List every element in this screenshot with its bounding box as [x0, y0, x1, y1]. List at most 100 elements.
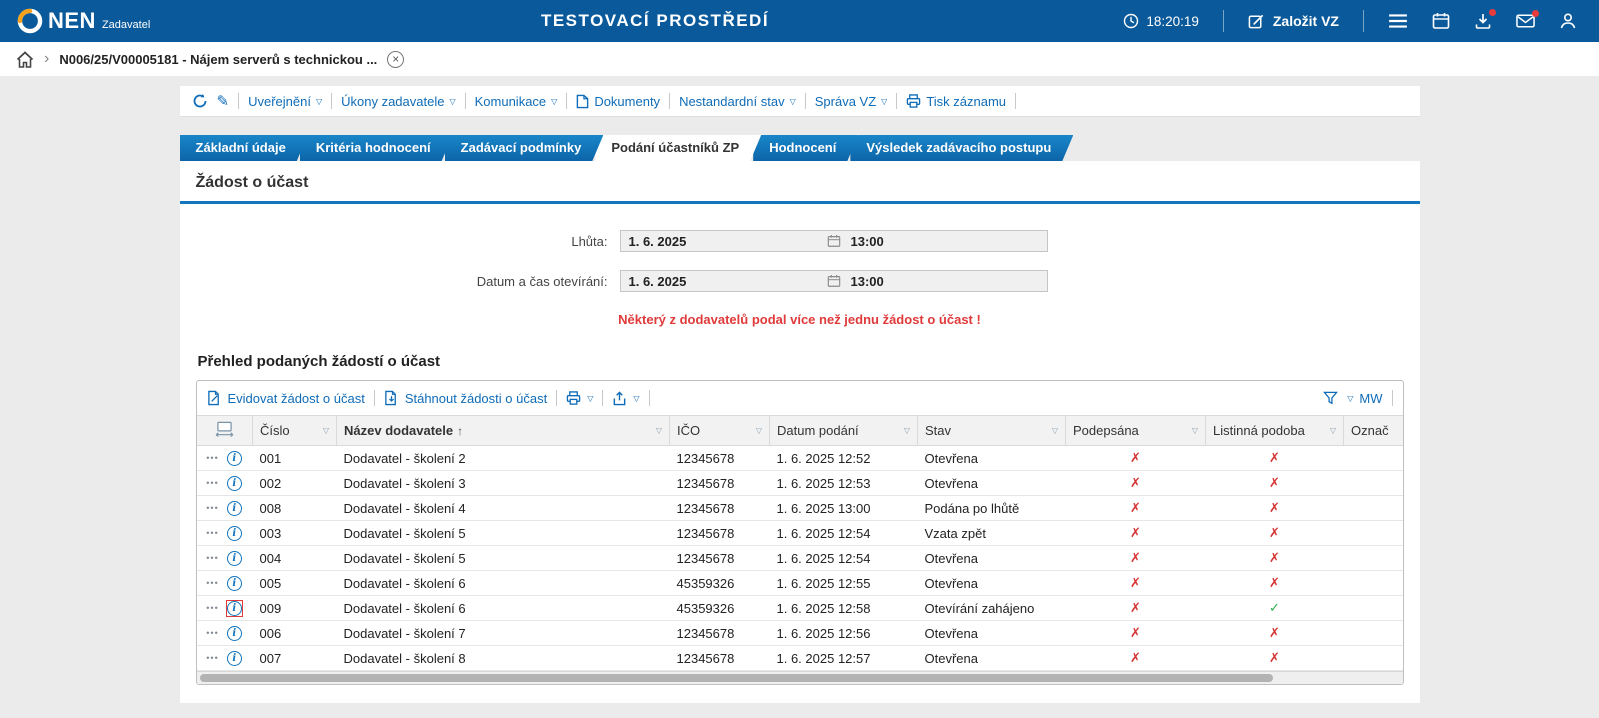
table-row[interactable]: ••• i 005 Dodavatel - školení 6 45359326…	[196, 570, 1403, 596]
col-stav[interactable]: Stav ▽	[917, 415, 1066, 446]
row-menu-icon[interactable]: •••	[206, 528, 218, 538]
info-icon[interactable]: i	[226, 575, 242, 591]
cell-oznaceni	[1343, 645, 1403, 671]
col-label: Název dodavatele	[344, 423, 454, 438]
filter-caret-icon[interactable]: ▽	[756, 426, 762, 435]
print-grid-button[interactable]: ▽	[566, 390, 593, 406]
info-icon[interactable]: i	[226, 650, 242, 666]
menu-hamburger-icon[interactable]	[1388, 13, 1408, 29]
col-datum-podani[interactable]: Datum podání ▽	[769, 415, 918, 446]
calendar-icon[interactable]	[827, 234, 841, 248]
info-icon[interactable]: i	[226, 625, 242, 641]
toolbar-item-nestandardni-stav[interactable]: Nestandardní stav ▽	[679, 94, 796, 109]
toolbar-item-uverejneni[interactable]: Uveřejnění ▽	[248, 94, 322, 109]
filter-caret-icon[interactable]: ▽	[1192, 426, 1198, 435]
col-nazev-dodavatele[interactable]: Název dodavatele ↑ ▽	[336, 415, 670, 446]
row-menu-icon[interactable]: •••	[206, 503, 218, 513]
download-icon[interactable]	[1474, 9, 1496, 30]
info-icon[interactable]: i	[226, 600, 242, 616]
info-icon[interactable]: i	[226, 450, 242, 466]
table-row[interactable]: ••• i 003 Dodavatel - školení 5 12345678…	[196, 520, 1403, 546]
table-row[interactable]: ••• i 001 Dodavatel - školení 2 12345678…	[196, 445, 1403, 471]
info-icon[interactable]: i	[226, 475, 242, 491]
table-row[interactable]: ••• i 008 Dodavatel - školení 4 12345678…	[196, 495, 1403, 521]
filter-caret-icon[interactable]: ▽	[1330, 426, 1336, 435]
close-record-icon[interactable]: ×	[387, 50, 405, 68]
column-chooser-icon[interactable]	[215, 421, 234, 437]
toolbar-item-dokumenty[interactable]: Dokumenty	[576, 94, 660, 109]
filter-icon[interactable]	[1323, 391, 1339, 405]
filter-caret-icon[interactable]: ▽	[323, 426, 329, 435]
cell-datum-podani: 1. 6. 2025 12:57	[769, 645, 918, 671]
oteviranni-date-value[interactable]: 1. 6. 2025	[621, 274, 825, 289]
user-icon[interactable]	[1559, 12, 1577, 30]
calendar-icon[interactable]	[827, 274, 841, 288]
info-icon[interactable]: i	[226, 550, 242, 566]
table-row[interactable]: ••• i 009 Dodavatel - školení 6 45359326…	[196, 595, 1403, 621]
edit-pencil-icon[interactable]: ✎	[217, 92, 230, 110]
nen-logo-icon[interactable]	[16, 7, 44, 35]
info-icon[interactable]: i	[226, 525, 242, 541]
col-listinna-podoba[interactable]: Listinná podoba ▽	[1205, 415, 1344, 446]
tab-hodnoceni[interactable]: Hodnocení	[753, 135, 858, 161]
cell-nazev-dodavatele: Dodavatel - školení 2	[336, 445, 670, 471]
table-row[interactable]: ••• i 002 Dodavatel - školení 3 12345678…	[196, 470, 1403, 496]
evidovat-zadost-button[interactable]: Evidovat žádost o účast	[207, 390, 365, 406]
lhuta-date-value[interactable]: 1. 6. 2025	[621, 234, 825, 249]
tab-zadavaci-podminky[interactable]: Zadávací podmínky	[445, 135, 604, 161]
toolbar-item-tisk-zaznamu[interactable]: Tisk záznamu	[906, 93, 1006, 109]
table-row[interactable]: ••• i 004 Dodavatel - školení 5 12345678…	[196, 545, 1403, 571]
home-icon[interactable]	[16, 50, 34, 68]
stahnout-zadosti-button[interactable]: Stáhnout žádosti o účast	[384, 390, 547, 406]
lhuta-datetime-field[interactable]: 1. 6. 2025 13:00	[619, 230, 1048, 252]
oteviranni-time-value[interactable]: 13:00	[843, 274, 1047, 289]
info-icon[interactable]: i	[226, 500, 242, 516]
stahnout-label: Stáhnout žádosti o účast	[404, 390, 548, 406]
history-back-icon[interactable]	[192, 93, 208, 109]
filter-caret-icon[interactable]: ▽	[904, 426, 910, 435]
info-icon-wrap: i	[226, 500, 243, 517]
breadcrumb-item[interactable]: N006/25/V00005181 - Nájem serverů s tech…	[59, 52, 377, 67]
toolbar-item-komunikace[interactable]: Komunikace ▽	[475, 94, 558, 109]
cell-ico: 12345678	[669, 495, 770, 521]
cell-cislo: 002	[252, 470, 337, 496]
mail-icon[interactable]	[1516, 10, 1539, 29]
oteviranni-datetime-field[interactable]: 1. 6. 2025 13:00	[619, 270, 1048, 292]
cell-cislo: 006	[252, 620, 337, 646]
scrollbar-thumb[interactable]	[199, 674, 1273, 682]
chevron-down-icon: ▽	[551, 97, 558, 106]
tab-zakladni-udaje[interactable]: Základní údaje	[180, 135, 308, 161]
lhuta-time-value[interactable]: 13:00	[843, 234, 1047, 249]
col-cislo[interactable]: Číslo ▽	[252, 415, 337, 446]
toolbar-item-ukony-zadavatele[interactable]: Úkony zadavatele ▽	[341, 94, 456, 109]
cell-stav: Otevřena	[917, 645, 1066, 671]
table-row[interactable]: ••• i 006 Dodavatel - školení 7 12345678…	[196, 620, 1403, 646]
table-row[interactable]: ••• i 007 Dodavatel - školení 8 12345678…	[196, 645, 1403, 671]
cell-podepsana: ✗	[1065, 520, 1206, 546]
layout-selector[interactable]: ▽ MW	[1347, 391, 1382, 406]
filter-caret-icon[interactable]: ▽	[1052, 426, 1058, 435]
row-menu-icon[interactable]: •••	[206, 553, 218, 563]
row-menu-icon[interactable]: •••	[206, 478, 218, 488]
row-menu-icon[interactable]: •••	[206, 453, 218, 463]
row-menu-icon[interactable]: •••	[206, 628, 218, 638]
tab-podani-ucastniku-zp[interactable]: Podání účastníků ZP	[595, 135, 761, 161]
row-menu-icon[interactable]: •••	[206, 653, 218, 663]
create-vz-button[interactable]: Založit VZ	[1248, 13, 1339, 30]
cell-oznaceni	[1343, 445, 1403, 471]
calendar-icon[interactable]	[1432, 12, 1450, 30]
tab-kriteria-hodnoceni[interactable]: Kritéria hodnocení	[300, 135, 453, 161]
tab-vysledek-zadavaciho-postupu[interactable]: Výsledek zadávacího postupu	[850, 135, 1073, 161]
col-ico[interactable]: IČO ▽	[669, 415, 770, 446]
col-podepsana[interactable]: Podepsána ▽	[1065, 415, 1206, 446]
col-oznaceni[interactable]: Označ	[1343, 415, 1403, 446]
horizontal-scrollbar[interactable]	[196, 671, 1403, 684]
cell-cislo: 005	[252, 570, 337, 596]
filter-caret-icon[interactable]: ▽	[656, 426, 662, 435]
cell-listinna-podoba: ✗	[1205, 570, 1344, 596]
logo[interactable]: NEN Zadavatel	[48, 10, 150, 32]
toolbar-item-sprava-vz[interactable]: Správa VZ ▽	[815, 94, 888, 109]
export-grid-button[interactable]: ▽	[612, 390, 640, 406]
row-menu-icon[interactable]: •••	[206, 603, 218, 613]
row-menu-icon[interactable]: •••	[206, 578, 218, 588]
